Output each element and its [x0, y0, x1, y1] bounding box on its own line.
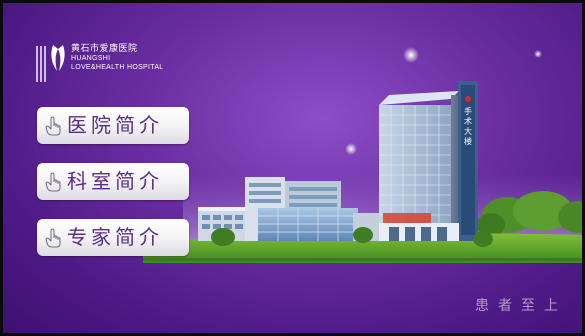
star	[534, 50, 542, 58]
hospital-logo: 黄石市爱康医院 HUANGSHI LOVE&HEALTH HOSPITAL	[33, 39, 193, 89]
surgery-tower	[379, 81, 478, 241]
expert-intro-button[interactable]: 专家简介	[37, 219, 189, 256]
department-intro-button[interactable]: 科室简介	[37, 163, 189, 200]
hospital-name-english-line1: HUANGSHI	[71, 55, 111, 62]
hospital-intro-button[interactable]: 医院简介	[37, 107, 189, 144]
hospital-intro-label: 医院简介	[67, 113, 163, 137]
hospital-name-english-line2: LOVE&HEALTH HOSPITAL	[71, 64, 164, 71]
app-frame: 手术大楼 黄石市爱康医院 HUANGSHI LOVE&HEALTH HOSPIT…	[0, 0, 585, 336]
slogan-text: 患者至上	[475, 298, 567, 314]
hands-heart-logo-icon	[51, 45, 65, 71]
star	[345, 143, 357, 155]
tower-sign: 手术大楼	[464, 107, 472, 146]
pointing-hand-icon	[45, 228, 61, 248]
star	[403, 47, 419, 63]
department-intro-label: 科室简介	[67, 169, 163, 193]
expert-intro-label: 专家简介	[67, 225, 163, 249]
pointing-hand-icon	[45, 172, 61, 192]
pointing-hand-icon	[45, 116, 61, 136]
hospital-name-chinese: 黄石市爱康医院	[71, 43, 138, 53]
logo-vertical-text-icon	[36, 46, 46, 82]
